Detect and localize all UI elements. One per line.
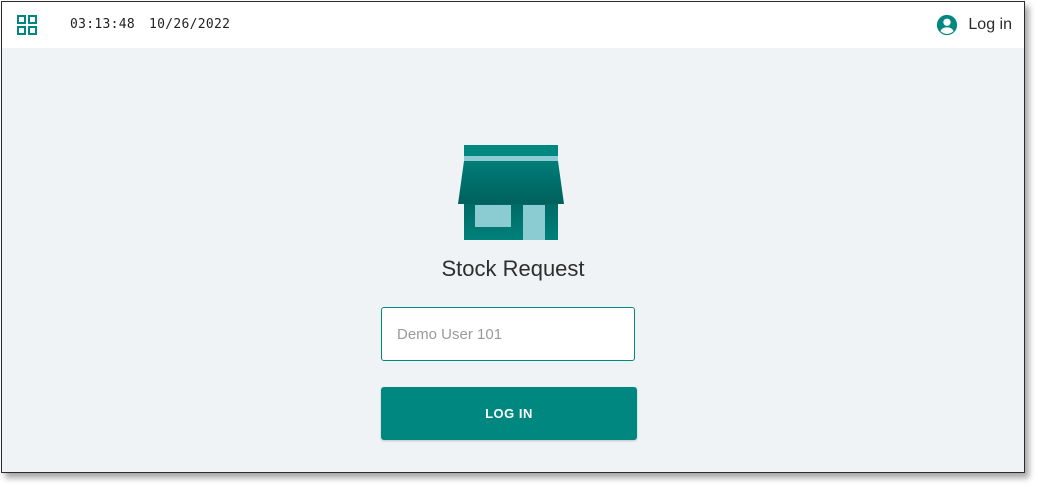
- top-bar: 03:13:48 10/26/2022 Log in: [2, 2, 1024, 48]
- app-title: Stock Request: [441, 256, 585, 281]
- app-window: 03:13:48 10/26/2022 Log in Stock Request…: [1, 1, 1025, 473]
- account-circle-icon: [937, 14, 958, 36]
- grid-apps-icon[interactable]: [17, 15, 37, 35]
- clock-time: 03:13:48: [70, 17, 136, 32]
- login-button[interactable]: LOG IN: [381, 387, 637, 440]
- clock-date: 10/26/2022: [149, 17, 231, 32]
- header-login-label: Log in: [968, 16, 1012, 33]
- store-icon: [458, 145, 564, 240]
- clock: 03:13:48 10/26/2022: [70, 17, 230, 32]
- header-login-link[interactable]: Log in: [936, 12, 1012, 38]
- user-name-input[interactable]: [381, 307, 635, 361]
